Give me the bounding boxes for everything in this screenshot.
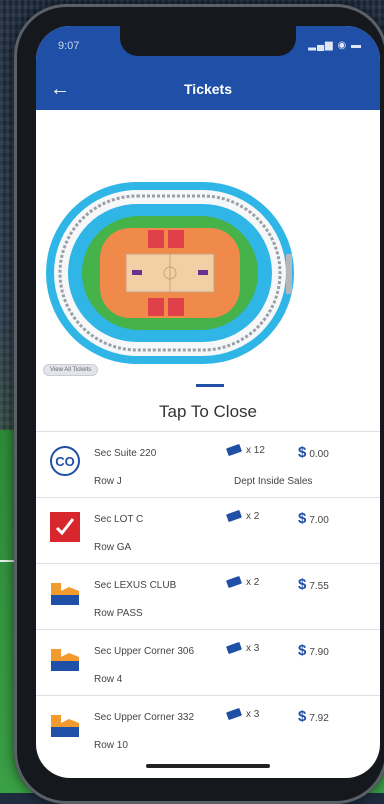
page-title: Tickets (184, 81, 232, 97)
ticket-price: $7.90 (298, 642, 329, 659)
ticket-icon (226, 576, 242, 588)
arena-map-svg (46, 182, 294, 364)
ticket-price-value: 0.00 (309, 449, 329, 460)
ticket-row[interactable]: Sec LEXUS CLUB Row PASS x 2 $7.55 (36, 563, 380, 630)
ticket-section: Sec Upper Corner 306 (94, 646, 195, 657)
ticket-quantity: x 2 (226, 510, 259, 522)
ticket-note: Dept Inside Sales (234, 476, 313, 487)
ticket-icon (226, 444, 242, 456)
court-logo-left (132, 270, 142, 275)
co-logo-icon: CO (50, 446, 80, 476)
ticket-quantity-value: x 12 (246, 444, 265, 456)
ticket-row[interactable]: Sec Upper Corner 332 Row 10 x 3 $7.92 (36, 695, 380, 762)
ticket-section: Sec LOT C (94, 514, 144, 525)
premium-section-bottom (148, 298, 164, 316)
dollar-sign: $ (298, 510, 307, 527)
ticket-icon (226, 510, 242, 522)
ticket-quantity-value: x 2 (246, 576, 260, 588)
ticket-price-value: 7.90 (309, 647, 329, 658)
ticket-section: Sec LEXUS CLUB (94, 580, 177, 591)
ticket-price: $7.92 (298, 708, 329, 725)
ticket-quantity-value: x 3 (246, 708, 260, 720)
ticket-price-value: 7.00 (309, 515, 329, 526)
ticket-quantity-value: x 2 (246, 510, 260, 522)
ticket-icon (226, 708, 242, 720)
dollar-sign: $ (298, 708, 307, 725)
club-logo-icon (51, 583, 79, 605)
view-all-tickets-button[interactable]: View All Tickets (43, 364, 99, 376)
ticket-price-value: 7.55 (309, 581, 329, 592)
ticket-quantity: x 2 (226, 576, 259, 588)
ticket-price: $0.00 (298, 444, 329, 461)
ticket-price: $7.00 (298, 510, 329, 527)
svg-text:CO: CO (55, 454, 75, 469)
dollar-sign: $ (298, 642, 307, 659)
tap-to-close-button[interactable]: Tap To Close (36, 402, 380, 422)
status-time: 9:07 (58, 40, 80, 52)
ticket-quantity: x 3 (226, 708, 259, 720)
app-header: 9:07 ▂▄▆ ◉ ▬ ← Tickets (36, 26, 380, 110)
end-section-gray (286, 254, 292, 294)
ticket-row-label: Row GA (94, 542, 132, 553)
premium-section-top-2 (168, 230, 184, 248)
ticket-row[interactable]: Sec Upper Corner 306 Row 4 x 3 $7.90 (36, 629, 380, 696)
premium-section-bottom-2 (168, 298, 184, 316)
ticket-quantity: x 3 (226, 642, 259, 654)
ticket-quantity-value: x 3 (246, 642, 260, 654)
red-check-icon (50, 512, 80, 542)
club-logo-icon (51, 715, 79, 737)
ticket-section: Sec Suite 220 (94, 448, 157, 459)
ticket-row[interactable]: Sec LOT C Row GA x 2 $7.00 (36, 497, 380, 564)
sheet-grabber[interactable] (196, 384, 224, 387)
dollar-sign: $ (298, 576, 307, 593)
ticket-quantity: x 12 (226, 444, 265, 456)
ticket-row-label: Row J (94, 476, 122, 487)
ticket-icon (226, 642, 242, 654)
ticket-row-label: Row 4 (94, 674, 123, 685)
home-indicator[interactable] (146, 764, 270, 768)
phone-notch (120, 26, 296, 56)
ticket-section: Sec Upper Corner 332 (94, 712, 195, 723)
ticket-price: $7.55 (298, 576, 329, 593)
status-icons: ▂▄▆ ◉ ▬ (308, 40, 362, 51)
ticket-price-value: 7.92 (309, 713, 329, 724)
club-logo-icon (51, 649, 79, 671)
ticket-row[interactable]: CO Sec Suite 220 Row J x 12 $0.00 Dept I… (36, 431, 380, 498)
ticket-row-label: Row PASS (94, 608, 143, 619)
dollar-sign: $ (298, 444, 307, 461)
app-screen: 9:07 ▂▄▆ ◉ ▬ ← Tickets View All Tickets … (36, 26, 380, 778)
ticket-row-label: Row 10 (94, 740, 128, 751)
court-logo-right (198, 270, 208, 275)
premium-section-top (148, 230, 164, 248)
arena-seat-map[interactable] (36, 174, 380, 384)
